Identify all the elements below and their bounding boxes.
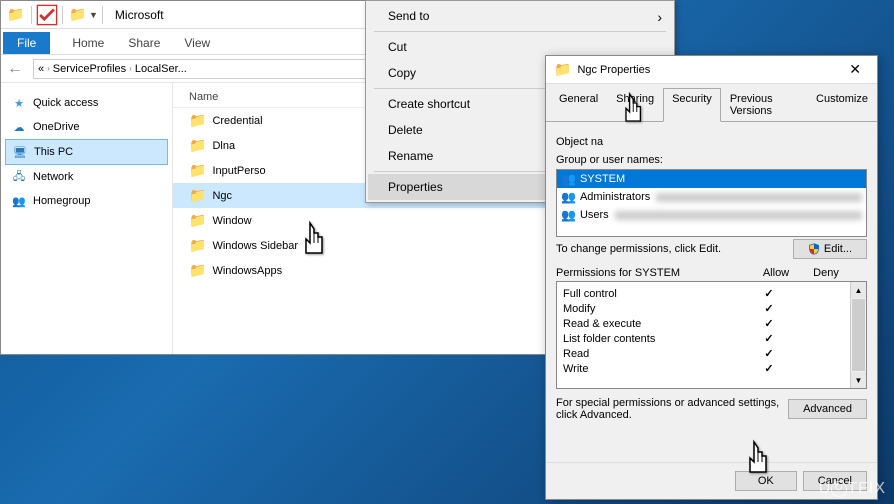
group-listbox[interactable]: 👥SYSTEM 👥Administrators 👥Users <box>556 169 867 237</box>
cloud-icon: ☁ <box>11 119 27 135</box>
close-button[interactable]: ✕ <box>841 61 869 78</box>
group-names-label: Group or user names: <box>556 154 867 166</box>
sidebar-item-network[interactable]: 🖧Network <box>5 165 168 189</box>
blurred-text <box>656 193 862 202</box>
allow-check-icon <box>744 287 794 300</box>
users-icon: 👥 <box>561 172 576 186</box>
sidebar-item-quickaccess[interactable]: ★Quick access <box>5 91 168 115</box>
folder-icon: 📁 <box>5 4 27 26</box>
folder-icon: 📁 <box>189 162 206 179</box>
properties-titlebar: 📁 Ngc Properties ✕ <box>546 56 877 84</box>
column-allow: Allow <box>751 267 801 279</box>
permission-row: Write <box>563 361 844 376</box>
scroll-thumb[interactable] <box>852 299 865 371</box>
sidebar-item-onedrive[interactable]: ☁OneDrive <box>5 115 168 139</box>
tab-customize[interactable]: Customize <box>807 88 877 121</box>
ribbon-file-tab[interactable]: File <box>3 32 50 54</box>
dropdown-arrow-icon[interactable]: ▼ <box>89 10 98 20</box>
cursor-pointer-icon <box>617 90 653 137</box>
users-icon: 👥 <box>561 208 576 222</box>
scroll-down-icon[interactable]: ▼ <box>851 372 866 388</box>
back-button[interactable]: ← <box>7 60 29 78</box>
change-perm-label: To change permissions, click Edit. <box>556 243 721 255</box>
list-item-system[interactable]: 👥SYSTEM <box>557 170 866 188</box>
checkbox-icon[interactable] <box>36 4 58 26</box>
advanced-label: For special permissions or advanced sett… <box>556 397 780 421</box>
sidebar-item-homegroup[interactable]: 👥Homegroup <box>5 189 168 213</box>
folder-icon: 📁 <box>554 61 571 78</box>
cursor-pointer-icon <box>296 219 336 270</box>
folder-icon: 📁 <box>189 187 206 204</box>
list-item-administrators[interactable]: 👥Administrators <box>557 188 866 206</box>
users-icon: 👥 <box>561 190 576 204</box>
breadcrumb-ellipsis[interactable]: « <box>38 63 44 75</box>
list-item[interactable]: 📁Window <box>173 208 599 233</box>
permission-row: Full control <box>563 286 844 301</box>
shield-icon <box>808 243 820 255</box>
edit-button[interactable]: Edit... <box>793 239 867 259</box>
permission-row: List folder contents <box>563 331 844 346</box>
scroll-up-icon[interactable]: ▲ <box>851 282 866 298</box>
list-item[interactable]: 📁WindowsApps <box>173 258 599 283</box>
folder-icon: 📁 <box>189 112 206 129</box>
advanced-button[interactable]: Advanced <box>788 399 867 419</box>
ribbon-home-tab[interactable]: Home <box>60 32 116 54</box>
menu-item-sendto[interactable]: Send to <box>368 3 672 29</box>
folder-icon: 📁 <box>67 4 89 26</box>
ribbon-view-tab[interactable]: View <box>172 32 222 54</box>
permission-row: Modify <box>563 301 844 316</box>
list-item[interactable]: 📁Windows Sidebar <box>173 233 599 258</box>
column-deny: Deny <box>801 267 851 279</box>
allow-check-icon <box>744 332 794 345</box>
homegroup-icon: 👥 <box>11 193 27 209</box>
properties-dialog: 📁 Ngc Properties ✕ General Sharing Secur… <box>545 55 878 500</box>
permission-row: Read <box>563 346 844 361</box>
network-icon: 🖧 <box>11 169 27 185</box>
scrollbar[interactable]: ▲ ▼ <box>850 282 866 388</box>
permissions-list[interactable]: Full control Modify Read & execute List … <box>556 281 867 389</box>
tab-previous-versions[interactable]: Previous Versions <box>721 88 807 121</box>
permission-row: Read & execute <box>563 316 844 331</box>
permissions-header: Permissions for SYSTEM <box>556 267 751 279</box>
folder-icon: 📁 <box>189 237 206 254</box>
window-title: Microsoft <box>115 8 164 22</box>
cursor-pointer-icon <box>740 438 780 489</box>
allow-check-icon <box>744 317 794 330</box>
ribbon-share-tab[interactable]: Share <box>116 32 172 54</box>
tab-general[interactable]: General <box>550 88 607 121</box>
properties-body: Object na Group or user names: 👥SYSTEM 👥… <box>546 122 877 429</box>
blurred-text <box>615 211 862 220</box>
folder-icon: 📁 <box>189 212 206 229</box>
breadcrumb[interactable]: ServiceProfiles <box>53 63 126 75</box>
pc-icon: 🖥 <box>12 144 28 160</box>
list-item-users[interactable]: 👥Users <box>557 206 866 224</box>
folder-icon: 📁 <box>189 137 206 154</box>
star-icon: ★ <box>11 95 27 111</box>
object-name-label: Object na <box>556 136 867 148</box>
watermark: UTFIX <box>819 480 886 498</box>
breadcrumb[interactable]: LocalSer... <box>135 63 187 75</box>
properties-tabs: General Sharing Security Previous Versio… <box>546 84 877 122</box>
allow-check-icon <box>744 362 794 375</box>
allow-check-icon <box>744 302 794 315</box>
folder-icon: 📁 <box>189 262 206 279</box>
sidebar-item-thispc[interactable]: 🖥This PC <box>5 139 168 165</box>
dialog-title: Ngc Properties <box>577 64 650 76</box>
explorer-sidebar: ★Quick access ☁OneDrive 🖥This PC 🖧Networ… <box>1 83 173 354</box>
tab-security[interactable]: Security <box>663 88 721 122</box>
allow-check-icon <box>744 347 794 360</box>
